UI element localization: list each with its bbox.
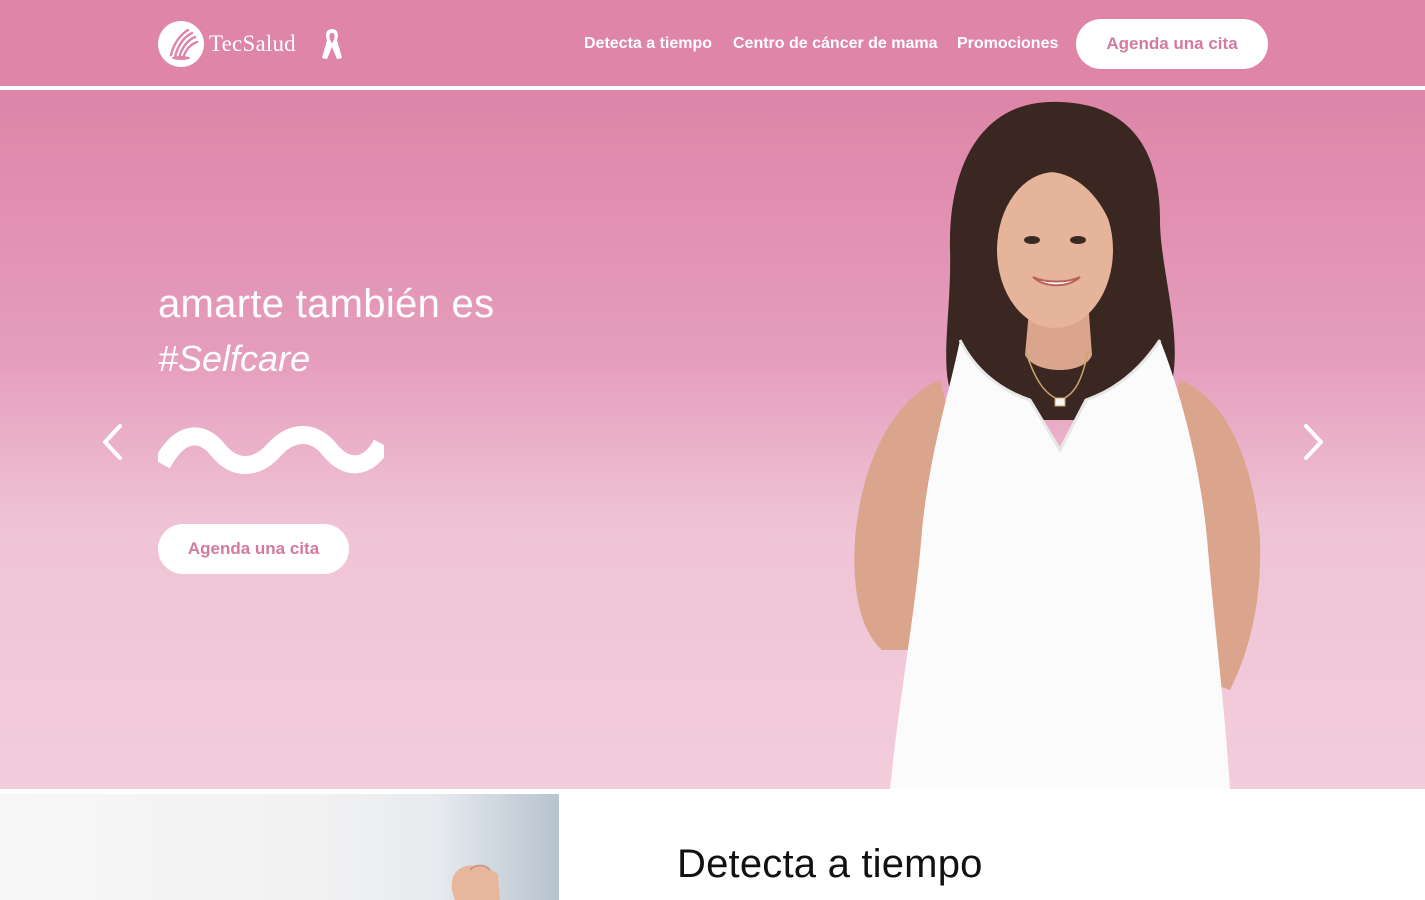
nav-centro-cancer-mama[interactable]: Centro de cáncer de mama: [733, 35, 938, 53]
brand-logo[interactable]: TecSalud: [158, 21, 296, 67]
tecsalud-logo-icon: [158, 21, 204, 67]
chevron-right-icon[interactable]: [1298, 422, 1328, 462]
site-header: TecSalud Detecta a tiempo Centro de cánc…: [0, 0, 1425, 88]
hero-carousel: amarte también es #Selfcare Agenda una c…: [0, 90, 1425, 789]
chevron-left-icon[interactable]: [98, 422, 128, 462]
hero-agenda-cita-button[interactable]: Agenda una cita: [158, 524, 349, 574]
nav-detecta-a-tiempo[interactable]: Detecta a tiempo: [584, 35, 712, 53]
hand-photo: [451, 864, 500, 900]
wave-icon: [158, 426, 384, 474]
section-title: Detecta a tiempo: [677, 842, 983, 886]
hero-title: amarte también es: [158, 282, 495, 326]
detecta-section-photo: [0, 794, 559, 900]
brand-name: TecSalud: [209, 31, 296, 56]
header-agenda-cita-button[interactable]: Agenda una cita: [1076, 19, 1268, 69]
pink-ribbon-icon: [322, 29, 342, 59]
hero-subtitle: #Selfcare: [158, 338, 311, 379]
nav-promociones[interactable]: Promociones: [957, 35, 1058, 53]
hero-woman-photo: [854, 101, 1261, 789]
